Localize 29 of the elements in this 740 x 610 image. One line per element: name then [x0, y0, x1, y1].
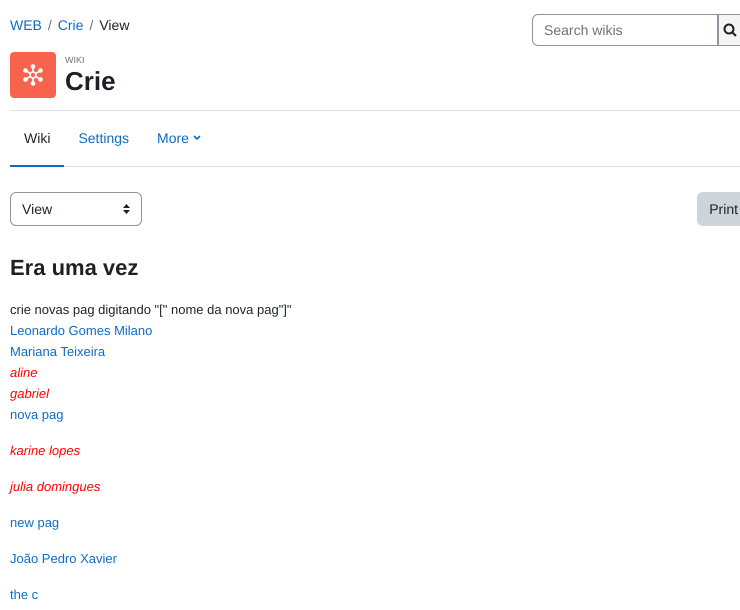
nav-tab[interactable]: More [143, 111, 215, 167]
wiki-page-link[interactable]: João Pedro Xavier [10, 548, 117, 569]
wiki-page-link[interactable]: the c [10, 584, 38, 605]
wiki-page-link[interactable]: Leonardo Gomes Milano [10, 320, 152, 341]
activity-type-label: WIKI [65, 54, 86, 66]
wiki-icon [10, 52, 56, 98]
new-page-link[interactable]: gabriel [10, 383, 50, 404]
breadcrumb-separator: / [48, 16, 52, 35]
wiki-page-link[interactable]: new pag [10, 512, 60, 533]
instruction-text: crie novas pag digitando "[" nome da nova pag"]" [10, 301, 292, 319]
new-page-link[interactable]: julia domingues [10, 476, 100, 497]
new-page-link[interactable]: karine lopes [10, 440, 80, 461]
wiki-page-link[interactable]: Mariana Teixeira [10, 341, 106, 362]
page-heading: Era uma vez [10, 254, 140, 282]
breadcrumb-link[interactable]: WEB [10, 15, 42, 36]
breadcrumb-link[interactable]: Crie [58, 15, 84, 36]
breadcrumb-current: View [99, 16, 130, 35]
page-title: Crie [65, 66, 116, 96]
search-button[interactable] [718, 14, 740, 46]
nav-tab[interactable]: Settings [64, 111, 144, 167]
search-field[interactable]: Search wikis [532, 14, 718, 46]
wiki-page-link[interactable]: nova pag [10, 404, 64, 425]
view-select[interactable]: View [10, 192, 142, 226]
nav-tab[interactable]: Wiki [10, 111, 64, 167]
breadcrumb-separator: / [89, 16, 94, 35]
new-page-link[interactable]: aline [10, 362, 38, 383]
sort-arrows-icon [123, 204, 130, 214]
search-icon [723, 23, 737, 37]
print-button[interactable]: Print [697, 192, 740, 226]
